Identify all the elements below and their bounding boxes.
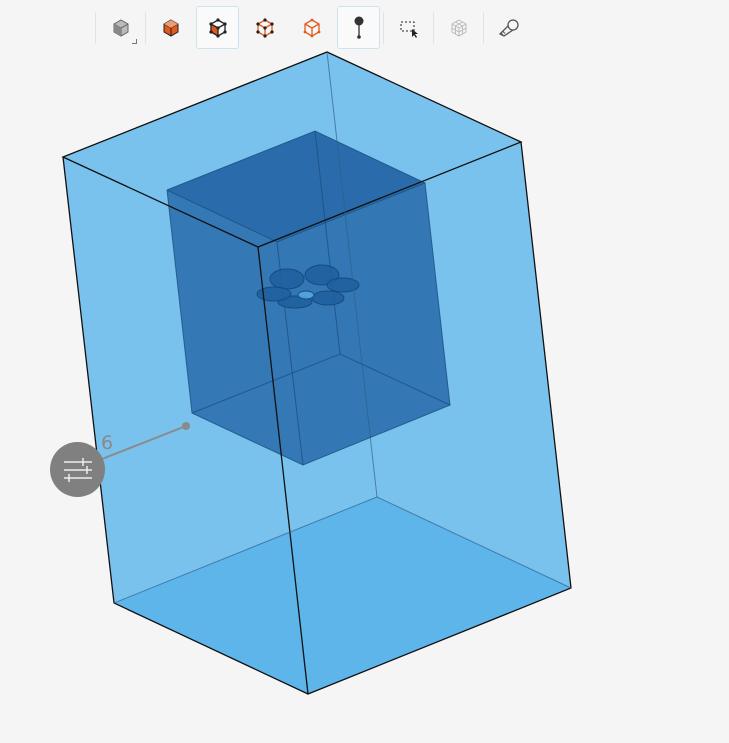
- settings-button[interactable]: [50, 442, 105, 497]
- sliders-icon: [63, 457, 92, 482]
- viewport-3d[interactable]: [0, 0, 729, 743]
- dimension-label: 6: [101, 432, 114, 454]
